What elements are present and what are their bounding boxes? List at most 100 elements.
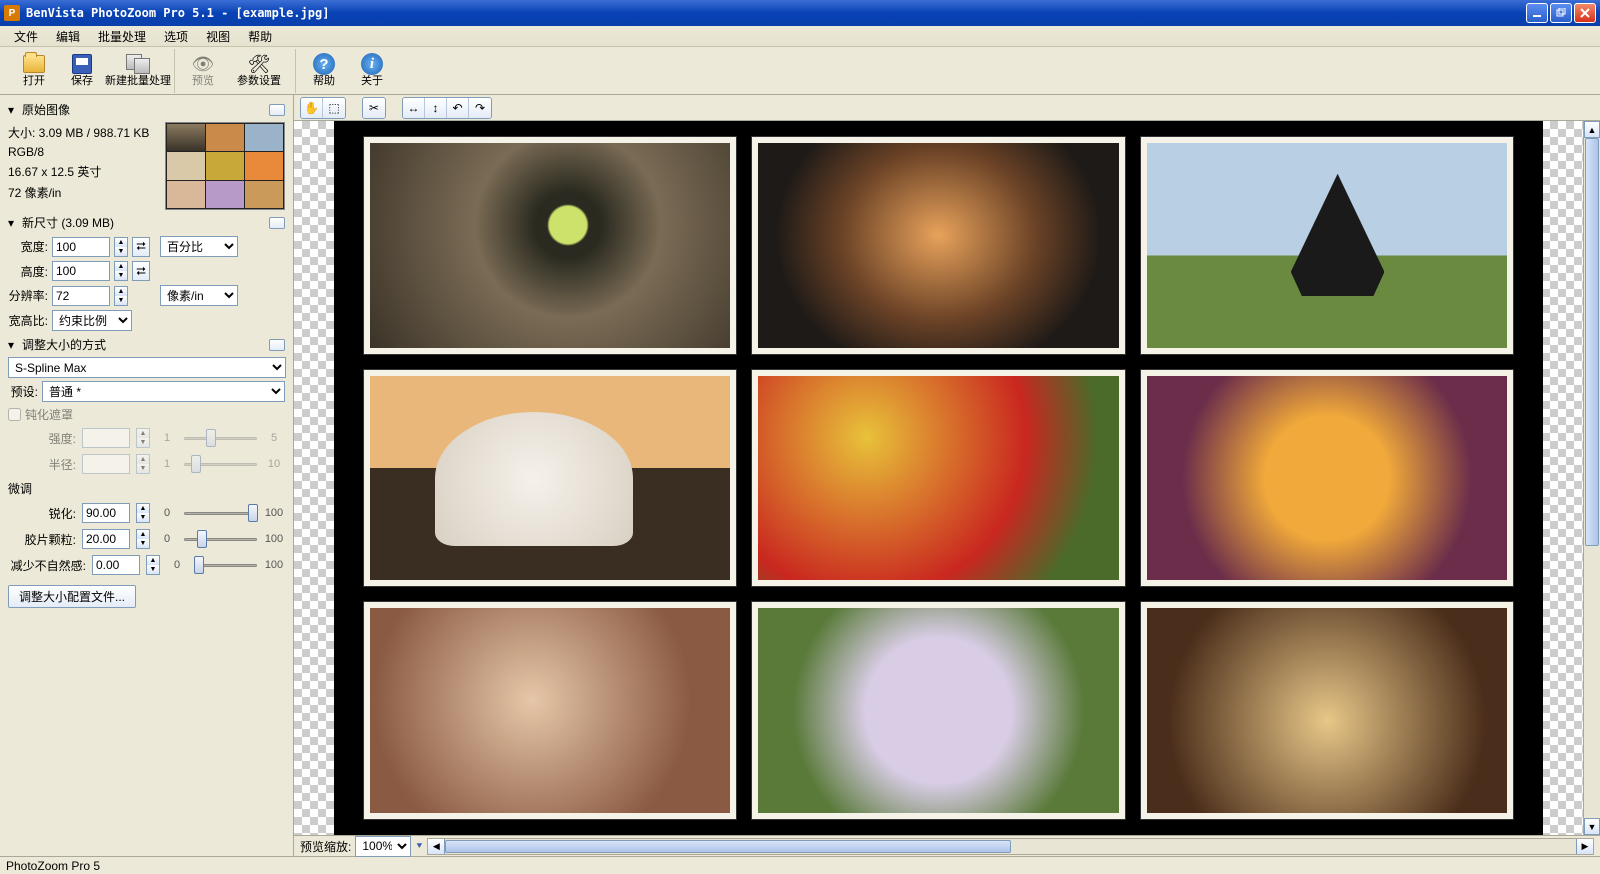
- section-resize-method: ▾ 调整大小的方式: [8, 334, 285, 355]
- new-batch-button[interactable]: 新建批量处理: [108, 50, 168, 92]
- open-button[interactable]: 打开: [12, 50, 56, 92]
- help-button[interactable]: ?帮助: [302, 50, 346, 92]
- preview-tile: [364, 602, 736, 819]
- artifact-reduction-input[interactable]: [92, 555, 140, 575]
- preset-combo[interactable]: 普通 *: [42, 381, 285, 402]
- height-lock-button[interactable]: ⮂: [132, 261, 150, 281]
- image-preview: [334, 121, 1543, 835]
- menu-file[interactable]: 文件: [6, 26, 46, 47]
- width-label: 宽度:: [8, 238, 48, 255]
- flip-horizontal-button[interactable]: ↔: [403, 98, 425, 118]
- selection-tool-button[interactable]: ⬚: [323, 98, 345, 118]
- menu-options[interactable]: 选项: [156, 26, 196, 47]
- title-bar: P BenVista PhotoZoom Pro 5.1 - [example.…: [0, 0, 1600, 26]
- width-lock-button[interactable]: ⮂: [132, 237, 150, 257]
- aspect-label: 宽高比:: [8, 312, 48, 329]
- app-icon: P: [4, 5, 20, 21]
- info-icon: i: [361, 53, 383, 75]
- collapse-icon[interactable]: ▾: [8, 216, 18, 230]
- resolution-input[interactable]: [52, 286, 110, 306]
- algorithm-combo[interactable]: S-Spline Max: [8, 357, 286, 378]
- restore-button[interactable]: [1550, 3, 1572, 23]
- menu-batch[interactable]: 批量处理: [90, 26, 154, 47]
- status-bar: PhotoZoom Pro 5: [0, 856, 1600, 874]
- help-icon: ?: [313, 53, 335, 75]
- crop-tool-button[interactable]: ✂: [363, 98, 385, 118]
- zoom-dropdown-icon[interactable]: ⯆: [415, 841, 423, 852]
- preview-tile: [752, 370, 1124, 587]
- work-area: ✋ ⬚ ✂ ↔ ↕ ↶ ↷: [294, 95, 1600, 856]
- strength-spinner[interactable]: ▲▼: [136, 428, 150, 448]
- section-options-button[interactable]: [269, 104, 285, 116]
- width-input[interactable]: [52, 237, 110, 257]
- section-original-image: ▾ 原始图像: [8, 99, 285, 120]
- canvas-viewport[interactable]: [294, 121, 1583, 835]
- menu-help[interactable]: 帮助: [240, 26, 280, 47]
- section-options-button[interactable]: [269, 217, 285, 229]
- size-unit-combo[interactable]: 百分比: [160, 236, 238, 257]
- tools-icon: 🛠: [247, 53, 271, 75]
- radius-label: 半径:: [8, 456, 76, 473]
- sharpness-input[interactable]: [82, 503, 130, 523]
- aspect-ratio-combo[interactable]: 约束比例: [52, 310, 132, 331]
- flip-vertical-button[interactable]: ↕: [425, 98, 447, 118]
- unsharp-mask-label: 钝化遮罩: [25, 406, 73, 423]
- resolution-spinner[interactable]: ▲▼: [114, 286, 128, 306]
- settings-button[interactable]: 🛠参数设置: [229, 50, 289, 92]
- folder-icon: [23, 55, 45, 73]
- preview-tile: [1141, 370, 1513, 587]
- orig-res: 72 像素/in: [8, 182, 159, 203]
- finetune-title: 微调: [8, 480, 32, 497]
- resolution-unit-combo[interactable]: 像素/in: [160, 285, 238, 306]
- artifact-reduction-label: 减少不自然感:: [8, 557, 86, 574]
- menu-edit[interactable]: 编辑: [48, 26, 88, 47]
- unsharp-mask-checkbox[interactable]: [8, 408, 21, 421]
- menu-view[interactable]: 视图: [198, 26, 238, 47]
- close-button[interactable]: [1574, 3, 1596, 23]
- section-options-button[interactable]: [269, 339, 285, 351]
- rotate-right-button[interactable]: ↷: [469, 98, 491, 118]
- strength-slider[interactable]: [184, 429, 257, 447]
- preview-tile: [752, 602, 1124, 819]
- film-grain-input[interactable]: [82, 529, 130, 549]
- radius-spinner[interactable]: ▲▼: [136, 454, 150, 474]
- rotate-left-button[interactable]: ↶: [447, 98, 469, 118]
- preview-tile: [364, 137, 736, 354]
- collapse-icon[interactable]: ▾: [8, 338, 18, 352]
- sharpness-slider[interactable]: [184, 504, 257, 522]
- vertical-scrollbar[interactable]: ▲ ▼: [1583, 121, 1600, 835]
- eye-icon: 👁: [191, 53, 215, 75]
- about-button[interactable]: i关于: [350, 50, 394, 92]
- orig-mode: RGB/8: [8, 143, 159, 161]
- film-grain-spinner[interactable]: ▲▼: [136, 529, 150, 549]
- preview-button[interactable]: 👁预览: [181, 50, 225, 92]
- window-title: BenVista PhotoZoom Pro 5.1 - [example.jp…: [26, 6, 1526, 20]
- zoom-combo[interactable]: 100%: [355, 836, 411, 857]
- sharpness-label: 锐化:: [8, 505, 76, 522]
- artifact-reduction-spinner[interactable]: ▲▼: [146, 555, 160, 575]
- preset-label: 预设:: [8, 383, 38, 400]
- film-grain-slider[interactable]: [184, 530, 257, 548]
- thumbnail-preview[interactable]: [165, 122, 285, 210]
- preview-tile: [364, 370, 736, 587]
- original-image-title: 原始图像: [22, 101, 70, 118]
- orig-size: 大小: 3.09 MB / 988.71 KB: [8, 122, 159, 143]
- preview-tile: [1141, 137, 1513, 354]
- sharpness-spinner[interactable]: ▲▼: [136, 503, 150, 523]
- collapse-icon[interactable]: ▾: [8, 103, 18, 117]
- section-new-size: ▾ 新尺寸 (3.09 MB): [8, 212, 285, 233]
- radius-slider[interactable]: [184, 455, 257, 473]
- strength-label: 强度:: [8, 430, 76, 447]
- resize-profiles-button[interactable]: 调整大小配置文件...: [8, 585, 136, 608]
- strength-input[interactable]: [82, 428, 130, 448]
- minimize-button[interactable]: [1526, 3, 1548, 23]
- hand-tool-button[interactable]: ✋: [301, 98, 323, 118]
- artifact-reduction-slider[interactable]: [194, 556, 257, 574]
- save-button[interactable]: 保存: [60, 50, 104, 92]
- new-size-title: 新尺寸 (3.09 MB): [22, 214, 114, 231]
- width-spinner[interactable]: ▲▼: [114, 237, 128, 257]
- height-spinner[interactable]: ▲▼: [114, 261, 128, 281]
- radius-input[interactable]: [82, 454, 130, 474]
- height-input[interactable]: [52, 261, 110, 281]
- horizontal-scrollbar[interactable]: ◀ ▶: [427, 838, 1594, 855]
